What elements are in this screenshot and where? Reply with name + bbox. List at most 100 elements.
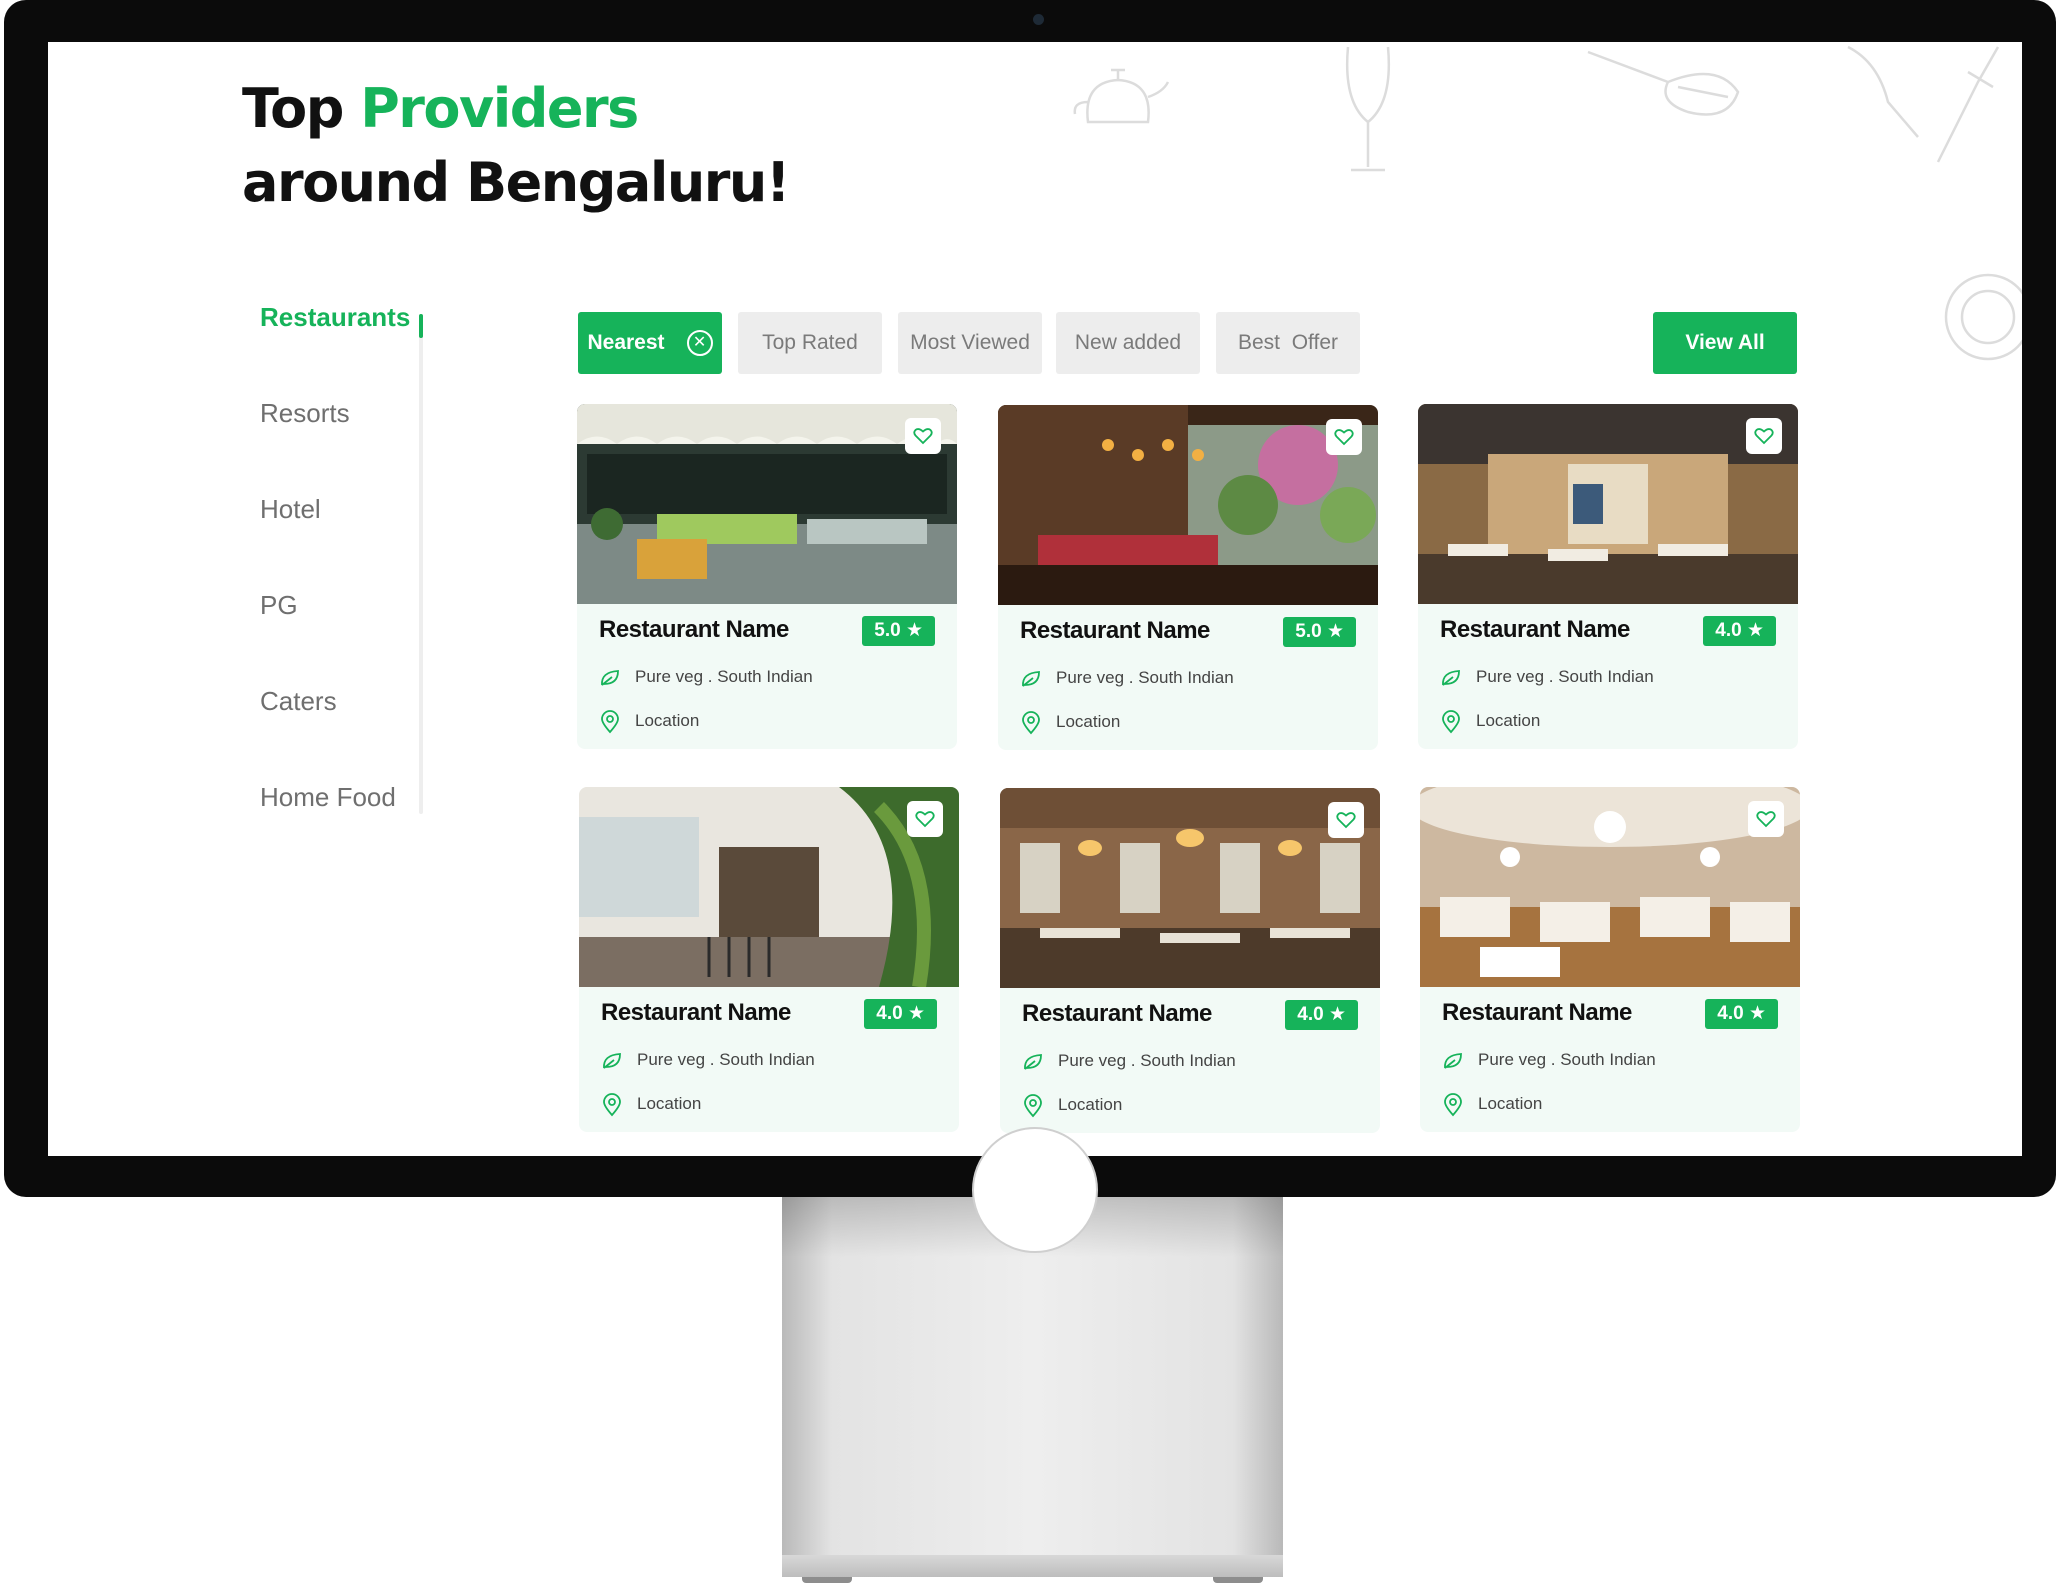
sidebar-scrollbar[interactable] <box>419 314 423 814</box>
whisk-icon <box>1587 50 1740 116</box>
cuisine-text: Pure veg . South Indian <box>1056 668 1234 687</box>
rating-badge: 4.0 ★ <box>1285 1000 1358 1030</box>
leaf-icon <box>1444 1052 1462 1069</box>
restaurant-name: Restaurant Name <box>1020 617 1210 644</box>
cuisine-row: Pure veg . South Indian <box>599 664 813 690</box>
map-pin-icon <box>1444 1092 1462 1116</box>
cuisine-row: Pure veg . South Indian <box>1020 665 1234 691</box>
monitor-frame: Top Providers around Bengaluru! Restauran… <box>4 0 2056 1197</box>
plate-icon <box>1944 273 2022 361</box>
sidebar-item-resorts[interactable]: Resorts <box>260 393 440 489</box>
map-pin-icon <box>603 1092 621 1116</box>
filter-top-rated[interactable]: Top Rated <box>738 312 882 374</box>
restaurant-name: Restaurant Name <box>601 999 791 1026</box>
cutlery-icon <box>1847 45 2000 163</box>
cuisine-row: Pure veg . South Indian <box>1440 664 1654 690</box>
restaurant-card[interactable]: Restaurant Name 4.0 ★ Pure veg . South I… <box>1420 787 1800 1132</box>
restaurant-card[interactable]: Restaurant Name 5.0 ★ Pure veg . South I… <box>998 405 1378 750</box>
map-pin-icon <box>1024 1093 1042 1117</box>
restaurant-name: Restaurant Name <box>599 616 789 643</box>
rating-value: 4.0 <box>1717 1003 1744 1024</box>
favorite-button[interactable] <box>1326 419 1362 455</box>
restaurant-card[interactable]: Restaurant Name 4.0 ★ Pure veg . South I… <box>1000 788 1380 1133</box>
monitor-stand <box>782 1127 1283 1583</box>
stand-foot <box>1213 1577 1263 1583</box>
map-pin-icon <box>1022 710 1040 734</box>
location-text: Location <box>1478 1094 1543 1113</box>
star-icon: ★ <box>1328 1004 1346 1025</box>
restaurant-photo <box>579 787 959 987</box>
location-text: Location <box>1058 1095 1123 1114</box>
heart-icon <box>1756 811 1776 828</box>
screen: Top Providers around Bengaluru! Restauran… <box>48 42 2022 1156</box>
teapot-icon <box>1073 68 1170 124</box>
location-text: Location <box>1056 712 1121 731</box>
star-icon: ★ <box>1326 621 1344 642</box>
location-text: Location <box>635 711 700 730</box>
star-icon: ★ <box>907 1003 925 1024</box>
stand-base <box>782 1555 1283 1583</box>
location-text: Location <box>637 1094 702 1113</box>
rating-badge: 4.0 ★ <box>1703 616 1776 646</box>
favorite-button[interactable] <box>1746 418 1782 454</box>
view-all-button[interactable]: View All <box>1653 312 1797 374</box>
restaurant-name: Restaurant Name <box>1022 1000 1212 1027</box>
heart-icon <box>1754 428 1774 445</box>
sidebar-item-home-food[interactable]: Home Food <box>260 777 440 873</box>
restaurant-card[interactable]: Restaurant Name 4.0 ★ Pure veg . South I… <box>1418 404 1798 749</box>
heart-icon <box>1334 429 1354 446</box>
filter-most-viewed[interactable]: Most Viewed <box>898 312 1042 374</box>
cuisine-text: Pure veg . South Indian <box>1476 667 1654 686</box>
page-title: Top Providers around Bengaluru! <box>242 72 790 220</box>
stand-foot <box>802 1577 852 1583</box>
cuisine-row: Pure veg . South Indian <box>601 1047 815 1073</box>
leaf-icon <box>1024 1053 1042 1070</box>
rating-value: 4.0 <box>1715 620 1742 641</box>
rating-badge: 5.0 ★ <box>862 616 935 646</box>
location-row: Location <box>1020 709 1120 735</box>
stand-cutout <box>972 1127 1098 1253</box>
cuisine-row: Pure veg . South Indian <box>1022 1048 1236 1074</box>
heart-icon <box>1336 812 1356 829</box>
category-sidebar: Restaurants Resorts Hotel PG Caters Home… <box>260 297 440 873</box>
location-row: Location <box>601 1091 701 1117</box>
favorite-button[interactable] <box>1748 801 1784 837</box>
cuisine-text: Pure veg . South Indian <box>1058 1051 1236 1070</box>
restaurant-photo <box>1000 788 1380 988</box>
rating-value: 4.0 <box>1297 1004 1324 1025</box>
cuisine-text: Pure veg . South Indian <box>635 667 813 686</box>
restaurant-card[interactable]: Restaurant Name 5.0 ★ Pure veg . South I… <box>577 404 957 749</box>
rating-badge: 5.0 ★ <box>1283 617 1356 647</box>
leaf-icon <box>601 669 619 686</box>
restaurant-photo <box>998 405 1378 605</box>
star-icon: ★ <box>1746 620 1764 641</box>
favorite-button[interactable] <box>905 418 941 454</box>
close-circle-icon[interactable]: ✕ <box>686 330 713 357</box>
rating-value: 5.0 <box>1295 621 1322 642</box>
cuisine-text: Pure veg . South Indian <box>1478 1050 1656 1069</box>
rating-value: 5.0 <box>874 620 901 641</box>
wine-glass-icon <box>1345 46 1391 172</box>
sidebar-item-restaurants[interactable]: Restaurants <box>260 297 440 393</box>
filter-nearest-label: Nearest <box>587 331 665 354</box>
favorite-button[interactable] <box>907 801 943 837</box>
rating-badge: 4.0 ★ <box>864 999 937 1029</box>
location-row: Location <box>1022 1092 1122 1118</box>
star-icon: ★ <box>905 620 923 641</box>
sidebar-item-pg[interactable]: PG <box>260 585 440 681</box>
sidebar-item-caters[interactable]: Caters <box>260 681 440 777</box>
leaf-icon <box>603 1052 621 1069</box>
filter-nearest[interactable]: Nearest ✕ <box>578 312 722 374</box>
filter-new-added[interactable]: New added <box>1056 312 1200 374</box>
restaurant-photo <box>1418 404 1798 604</box>
title-text: Top <box>242 77 361 140</box>
restaurant-photo <box>577 404 957 604</box>
filter-best-offer[interactable]: Best Offer <box>1216 312 1360 374</box>
camera <box>1033 14 1044 25</box>
favorite-button[interactable] <box>1328 802 1364 838</box>
cuisine-row: Pure veg . South Indian <box>1442 1047 1656 1073</box>
star-icon: ★ <box>1748 1003 1766 1024</box>
restaurant-card[interactable]: Restaurant Name 4.0 ★ Pure veg . South I… <box>579 787 959 1132</box>
leaf-icon <box>1442 669 1460 686</box>
sidebar-item-hotel[interactable]: Hotel <box>260 489 440 585</box>
